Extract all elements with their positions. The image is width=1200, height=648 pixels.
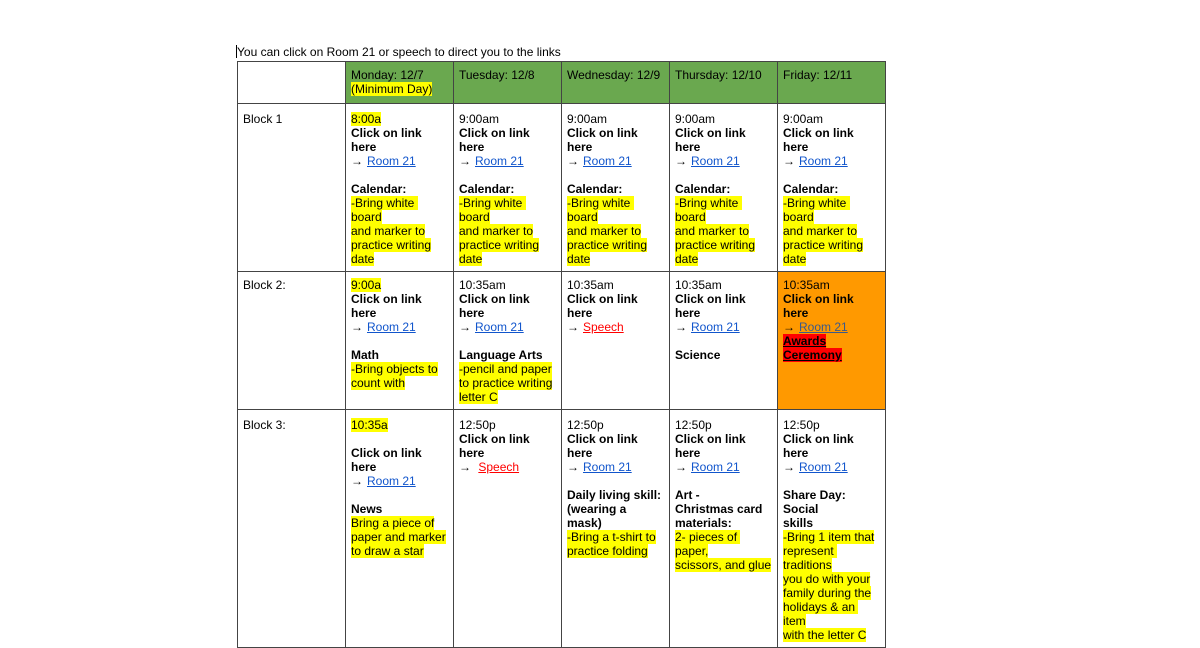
arrow-icon: → [783,320,795,334]
cell-friday-block2: 10:35am Click on link here → Room 21 Awar… [777,271,886,410]
room-21-link[interactable]: Room 21 [799,320,848,334]
awards-ceremony-label: Ceremony [783,348,842,362]
room-21-link[interactable]: Room 21 [367,320,416,334]
time-label: 8:00a [351,112,382,126]
arrow-icon: → [351,474,363,488]
room-21-link[interactable]: Room 21 [799,460,848,474]
cell-thursday-block2: 10:35am Click on link here → Room 21 Scie… [669,271,778,410]
cell-tuesday-block3: 12:50p Click on link here → Speech [453,409,562,648]
cell-monday-block1: 8:00a Click on link here → Room 21 Calend… [345,103,454,272]
row-label: Block 2: [237,271,346,410]
cell-thursday-block3: 12:50p Click on link here → Room 21 Art -… [669,409,778,648]
row-label: Block 1 [237,103,346,272]
header-row: Monday: 12/7 (Minimum Day) Tuesday: 12/8… [237,61,886,104]
arrow-icon: → [675,320,687,334]
arrow-icon: → [567,320,579,334]
cell-wednesday-block2: 10:35am Click on link here → Speech [561,271,670,410]
arrow-icon: → [675,460,687,474]
cell-monday-block2: 9:00a Click on link here → Room 21 Math -… [345,271,454,410]
table-row: Block 2: 9:00a Click on link here → Room … [237,271,886,410]
corner-cell [237,61,346,104]
header-wednesday: Wednesday: 12/9 [561,61,670,104]
time-label: 9:00a [351,278,382,292]
cell-tuesday-block1: 9:00am Click on link here → Room 21 Calen… [453,103,562,272]
arrow-icon: → [675,154,687,168]
room-21-link[interactable]: Room 21 [691,460,740,474]
room-21-link[interactable]: Room 21 [367,154,416,168]
arrow-icon: → [459,320,471,334]
room-21-link[interactable]: Room 21 [691,154,740,168]
room-21-link[interactable]: Room 21 [583,154,632,168]
header-friday: Friday: 12/11 [777,61,886,104]
awards-ceremony-label: Awards [783,334,827,348]
arrow-icon: → [783,460,795,474]
arrow-icon: → [351,154,363,168]
room-21-link[interactable]: Room 21 [691,320,740,334]
speech-link[interactable]: Speech [583,320,624,334]
table-row: Block 1 8:00a Click on link here → Room 2… [237,103,886,272]
room-21-link[interactable]: Room 21 [475,320,524,334]
cell-wednesday-block1: 9:00am Click on link here → Room 21 Calen… [561,103,670,272]
cell-friday-block1: 9:00am Click on link here → Room 21 Calen… [777,103,886,272]
cell-wednesday-block3: 12:50p Click on link here → Room 21 Daily… [561,409,670,648]
table-row: Block 3: 10:35a Click on link here → Room… [237,409,886,648]
cell-thursday-block1: 9:00am Click on link here → Room 21 Calen… [669,103,778,272]
arrow-icon: → [567,460,579,474]
minimum-day-note: (Minimum Day) [351,82,433,96]
header-monday: Monday: 12/7 (Minimum Day) [345,61,454,104]
arrow-icon: → [459,460,471,474]
room-21-link[interactable]: Room 21 [583,460,632,474]
room-21-link[interactable]: Room 21 [475,154,524,168]
header-tuesday: Tuesday: 12/8 [453,61,562,104]
arrow-icon: → [459,154,471,168]
instructions-text: You can click on Room 21 or speech to di… [236,45,561,59]
cell-tuesday-block2: 10:35am Click on link here → Room 21 Lang… [453,271,562,410]
room-21-link[interactable]: Room 21 [799,154,848,168]
room-21-link[interactable]: Room 21 [367,474,416,488]
row-label: Block 3: [237,409,346,648]
arrow-icon: → [567,154,579,168]
arrow-icon: → [351,320,363,334]
weekly-schedule-table: Monday: 12/7 (Minimum Day) Tuesday: 12/8… [237,61,886,648]
header-thursday: Thursday: 12/10 [669,61,778,104]
speech-link[interactable]: Speech [478,460,519,474]
time-label: 10:35a [351,418,388,432]
cell-monday-block3: 10:35a Click on link here → Room 21 News … [345,409,454,648]
arrow-icon: → [783,154,795,168]
cell-friday-block3: 12:50p Click on link here → Room 21 Share… [777,409,886,648]
